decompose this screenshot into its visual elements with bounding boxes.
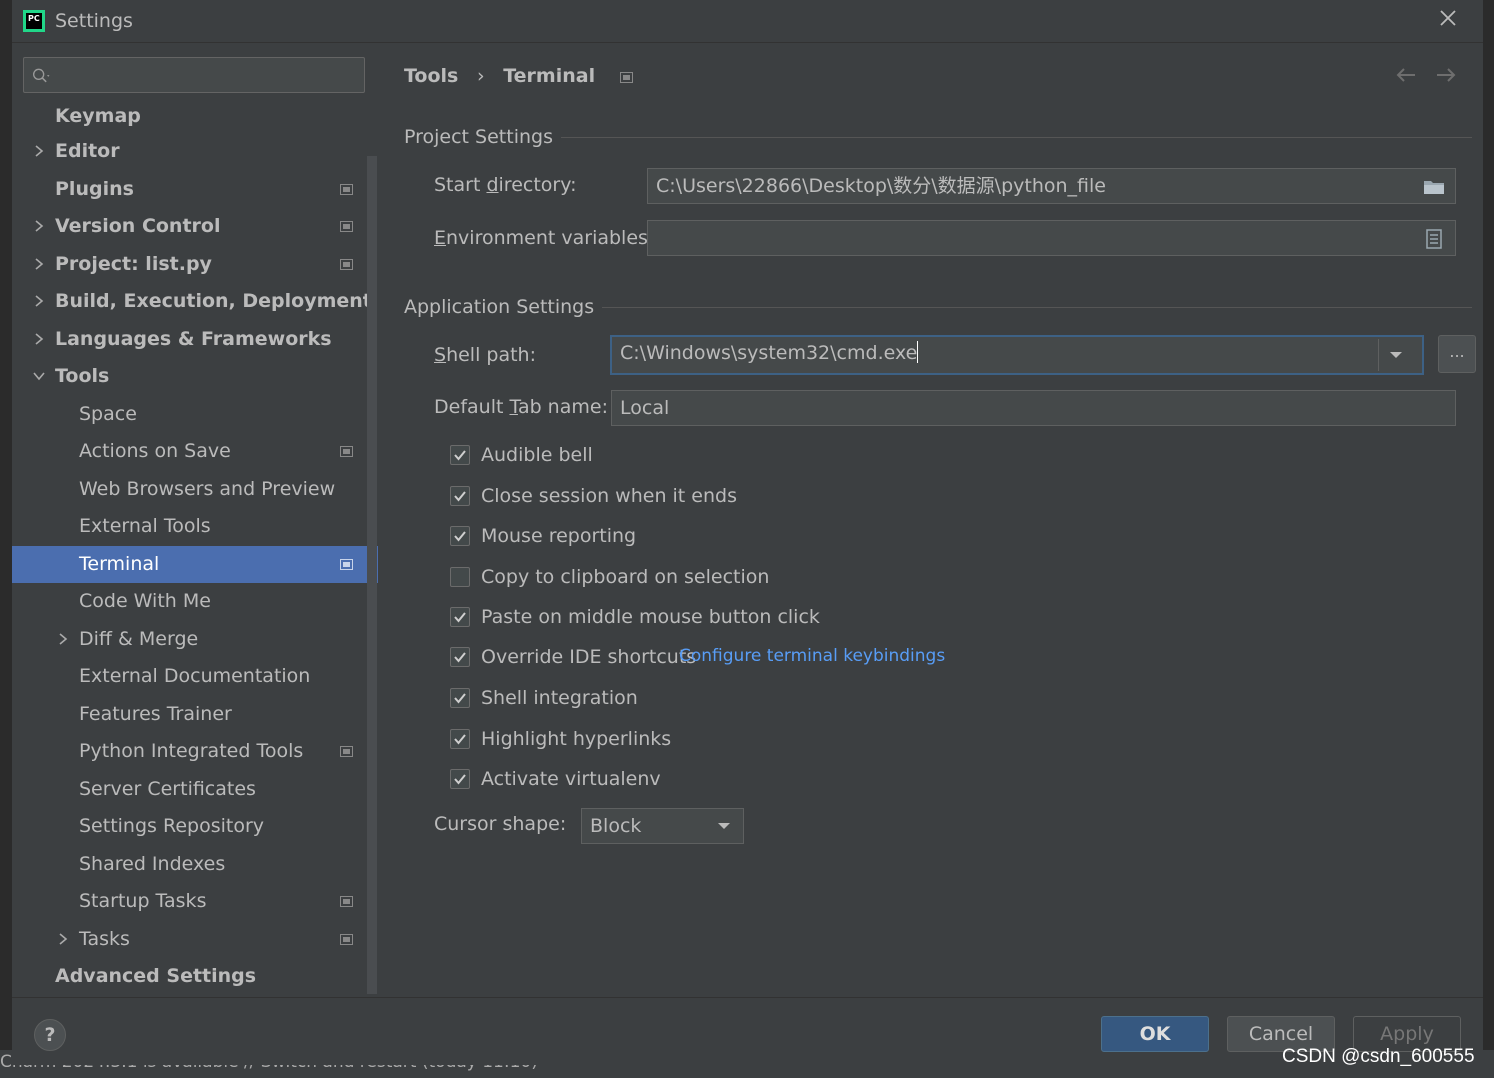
project-level-icon [340, 446, 353, 457]
sidebar-item-keymap[interactable]: Keymap [12, 98, 378, 135]
settings-dialog: PC Settings Keymap Editor Plugins Versio… [12, 0, 1483, 1065]
search-icon [33, 68, 50, 83]
chevron-right-icon[interactable] [56, 632, 70, 646]
sidebar-item-languages[interactable]: Languages & Frameworks [12, 321, 378, 358]
window-title: Settings [55, 10, 133, 32]
sidebar-item-diff-merge[interactable]: Diff & Merge [12, 621, 378, 658]
sidebar-item-space[interactable]: Space [12, 396, 378, 433]
project-level-icon [619, 72, 633, 83]
close-icon[interactable] [1436, 8, 1460, 32]
project-settings-heading: Project Settings [404, 126, 553, 148]
background-editor-left [0, 0, 12, 1078]
breadcrumb-terminal: Terminal [503, 65, 596, 87]
breadcrumb-tools[interactable]: Tools [404, 65, 458, 87]
sidebar-item-project[interactable]: Project: list.py [12, 246, 378, 283]
checkbox-box[interactable] [450, 688, 470, 708]
sidebar-item-build[interactable]: Build, Execution, Deployment [12, 283, 378, 320]
settings-sidebar: Keymap Editor Plugins Version Control Pr… [12, 43, 378, 996]
cursor-shape-select[interactable]: Block [581, 808, 744, 844]
sidebar-scrollbar[interactable] [367, 156, 377, 994]
sidebar-item-python-integrated-tools[interactable]: Python Integrated Tools [12, 733, 378, 770]
project-level-icon [340, 934, 353, 945]
cursor-shape-value: Block [590, 815, 642, 837]
chevron-down-icon [718, 823, 730, 829]
shell-path-label: Shell path: [434, 344, 536, 366]
sidebar-item-shared-indexes[interactable]: Shared Indexes [12, 846, 378, 883]
help-button[interactable]: ? [34, 1019, 66, 1051]
default-tab-name-value: Local [620, 397, 670, 419]
sidebar-item-server-certificates[interactable]: Server Certificates [12, 771, 378, 808]
configure-keybindings-link[interactable]: Configure terminal keybindings [679, 646, 945, 666]
shell-path-value: C:\Windows\system32\cmd.exe [620, 342, 918, 364]
shell-path-combobox[interactable]: C:\Windows\system32\cmd.exe [610, 335, 1424, 375]
sidebar-item-editor[interactable]: Editor [12, 133, 378, 170]
chevron-down-icon[interactable] [32, 369, 46, 383]
project-level-icon [340, 221, 353, 232]
forward-arrow-icon[interactable] [1435, 65, 1457, 91]
text-cursor [917, 341, 919, 363]
pycharm-app-icon: PC [23, 10, 45, 32]
title-bar: PC Settings [12, 0, 1483, 43]
default-tab-name-field[interactable]: Local [611, 390, 1456, 426]
background-editor-right [1483, 0, 1494, 1078]
sidebar-item-tools[interactable]: Tools [12, 358, 378, 395]
dialog-footer: ? OK Cancel Apply [12, 997, 1483, 1065]
breadcrumb: Tools › Terminal [404, 65, 633, 87]
cursor-shape-label: Cursor shape: [434, 813, 567, 835]
checkbox-box[interactable] [450, 526, 470, 546]
project-level-icon [340, 259, 353, 270]
ok-button[interactable]: OK [1101, 1016, 1209, 1052]
sidebar-item-terminal[interactable]: Terminal [12, 546, 378, 583]
sidebar-item-plugins[interactable]: Plugins [12, 171, 378, 208]
project-level-icon [340, 559, 353, 570]
folder-icon[interactable] [1420, 173, 1448, 201]
sidebar-item-tasks[interactable]: Tasks [12, 921, 378, 958]
start-directory-label: Start directory: [434, 174, 577, 196]
checkbox-box[interactable] [450, 729, 470, 749]
sidebar-item-features-trainer[interactable]: Features Trainer [12, 696, 378, 733]
sidebar-item-code-with-me[interactable]: Code With Me [12, 583, 378, 620]
checkbox-box[interactable] [450, 607, 470, 627]
sidebar-item-startup-tasks[interactable]: Startup Tasks [12, 883, 378, 920]
edit-list-icon[interactable] [1420, 225, 1448, 253]
start-directory-field[interactable]: C:\Users\22866\Desktop\数分\数据源\python_fil… [647, 168, 1456, 204]
chevron-right-icon[interactable] [32, 294, 46, 308]
sidebar-item-external-tools[interactable]: External Tools [12, 508, 378, 545]
sidebar-item-actions-on-save[interactable]: Actions on Save [12, 433, 378, 470]
project-level-icon [340, 896, 353, 907]
terminal-settings-panel: Tools › Terminal Project Settings Start … [390, 43, 1483, 996]
sidebar-item-settings-repository[interactable]: Settings Repository [12, 808, 378, 845]
application-settings-heading: Application Settings [404, 296, 595, 318]
sidebar-item-version-control[interactable]: Version Control [12, 208, 378, 245]
chevron-right-icon[interactable] [56, 932, 70, 946]
browse-shell-button[interactable]: ... [1438, 335, 1476, 373]
chevron-right-icon[interactable] [32, 332, 46, 346]
chevron-right-icon[interactable] [32, 257, 46, 271]
settings-search-input[interactable] [23, 57, 365, 93]
checkbox-box[interactable] [450, 567, 470, 587]
breadcrumb-separator: › [477, 65, 485, 87]
environment-variables-label: Environment variables: [434, 227, 655, 249]
default-tab-name-label: Default Tab name: [434, 396, 608, 418]
sidebar-item-advanced-settings[interactable]: Advanced Settings [12, 958, 378, 995]
sidebar-item-web-browsers[interactable]: Web Browsers and Preview [12, 471, 378, 508]
start-directory-value: C:\Users\22866\Desktop\数分\数据源\python_fil… [656, 175, 1106, 197]
csdn-watermark: CSDN @csdn_600555 [1282, 1046, 1475, 1067]
back-arrow-icon[interactable] [1395, 65, 1417, 91]
section-divider [602, 307, 1472, 308]
sidebar-item-external-documentation[interactable]: External Documentation [12, 658, 378, 695]
checkbox-box[interactable] [450, 445, 470, 465]
checkbox-box[interactable] [450, 647, 470, 667]
chevron-down-icon[interactable] [1378, 339, 1413, 371]
section-divider [561, 137, 1472, 138]
panel-splitter[interactable] [378, 43, 390, 996]
chevron-right-icon[interactable] [32, 219, 46, 233]
checkbox-box[interactable] [450, 486, 470, 506]
chevron-right-icon[interactable] [32, 144, 46, 158]
environment-variables-field[interactable] [647, 220, 1456, 256]
checkbox-box[interactable] [450, 769, 470, 789]
project-level-icon [340, 746, 353, 757]
project-level-icon [340, 184, 353, 195]
